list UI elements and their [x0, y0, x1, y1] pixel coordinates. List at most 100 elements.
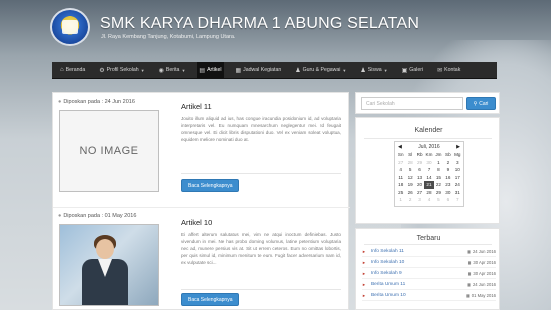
calendar-day[interactable]: 5 — [434, 196, 443, 204]
latest-item-date-text: 24 Jun 2016 — [472, 249, 496, 254]
calendar-day[interactable]: 30 — [443, 189, 452, 197]
calendar-day[interactable]: 5 — [405, 166, 414, 174]
search-button-label: Cari — [479, 100, 489, 107]
calendar-day[interactable]: 13 — [415, 174, 424, 182]
nav-label: Galeri — [409, 67, 424, 73]
post-separator — [53, 207, 350, 208]
globe-icon: ◉ — [158, 67, 164, 74]
nav-item-beranda[interactable]: ⌂ Beranda — [58, 62, 87, 79]
calendar-day[interactable]: 31 — [453, 189, 462, 197]
calendar-day[interactable]: 3 — [453, 159, 462, 167]
calendar-day[interactable]: 6 — [415, 166, 424, 174]
calendar-day[interactable]: 10 — [453, 166, 462, 174]
calendar-icon: ▦ — [467, 249, 471, 254]
latest-item-name[interactable]: Info Sekolah 9 — [371, 271, 437, 276]
calendar-day[interactable]: 27 — [415, 189, 424, 197]
nav-item-guru-pegawai[interactable]: ♟ Guru & Pegawai ▼ — [293, 62, 348, 79]
site-title[interactable]: SMK KARYA DHARMA 1 ABUNG SELATAN — [100, 15, 419, 33]
calendar-day[interactable]: 4 — [396, 166, 405, 174]
calendar-day[interactable]: 2 — [443, 159, 452, 167]
calendar-month-label: Juli, 2016 — [418, 143, 440, 150]
calendar-day[interactable]: 7 — [453, 196, 462, 204]
calendar-day[interactable]: 15 — [434, 174, 443, 182]
caret-down-icon: ▼ — [140, 67, 145, 73]
latest-item-name[interactable]: Berita Umum 11 — [371, 282, 437, 287]
calendar-day[interactable]: 7 — [424, 166, 433, 174]
nav-item-profil-sekolah[interactable]: ⚙ Profil Sekolah ▼ — [97, 62, 146, 79]
read-more-button[interactable]: Baca Selengkapnya — [181, 293, 240, 306]
nav-item-galeri[interactable]: ▣ Galeri — [400, 62, 426, 79]
next-month-icon[interactable]: ▶ — [456, 144, 460, 150]
search-input[interactable] — [361, 97, 463, 110]
latest-title: Terbaru — [416, 235, 441, 242]
caret-down-icon: ▼ — [342, 67, 347, 73]
document-icon: ▤ — [199, 67, 206, 74]
calendar-day[interactable]: 12 — [405, 174, 414, 182]
school-logo-icon[interactable] — [50, 8, 90, 46]
latest-item[interactable]: ► Berita Umum 11 ▦ 24 Jun 2016 — [362, 280, 496, 290]
latest-item[interactable]: ► Info Sekolah 9 ▦ 30 Apr 2016 — [362, 269, 496, 279]
latest-item-name[interactable]: Berita Umum 10 — [371, 293, 437, 298]
latest-item-date-text: 24 Jun 2016 — [472, 282, 496, 287]
calendar-day[interactable]: 2 — [405, 196, 414, 204]
post-thumbnail[interactable] — [59, 224, 159, 306]
latest-item-name[interactable]: Info Sekolah 11 — [371, 249, 437, 254]
latest-item-date: ▦ 24 Jun 2016 — [467, 282, 496, 287]
calendar-day[interactable]: 9 — [443, 166, 452, 174]
calendar-day[interactable]: 27 — [396, 159, 405, 167]
latest-item-name[interactable]: Info Sekolah 10 — [371, 260, 437, 265]
user-icon: ♟ — [295, 67, 301, 74]
calendar-day[interactable]: 1 — [434, 159, 443, 167]
calendar-day[interactable]: 17 — [453, 174, 462, 182]
calendar-day[interactable]: 25 — [396, 189, 405, 197]
calendar-day[interactable]: 19 — [405, 181, 414, 189]
calendar-day[interactable]: 6 — [443, 196, 452, 204]
calendar-day[interactable]: 18 — [396, 181, 405, 189]
calendar-day[interactable]: 14 — [424, 174, 433, 182]
nav-item-artikel[interactable]: ▤ Artikel — [197, 61, 224, 79]
latest-item-date-text: 01 May 2016 — [471, 293, 496, 298]
prev-month-icon[interactable]: ◀ — [398, 144, 402, 150]
image-icon: ▣ — [401, 67, 408, 74]
calendar-day[interactable]: 22 — [434, 181, 443, 189]
calendar-nav: ◀ Juli, 2016 ▶ — [395, 142, 463, 151]
calendar-day-header: Jm — [435, 152, 442, 157]
posts-panel: ● Diposkan pada : 24 Jun 2016 NO IMAGE Ar… — [52, 92, 350, 310]
latest-item[interactable]: ► Info Sekolah 11 ▦ 24 Jun 2016 — [362, 247, 496, 257]
calendar-day[interactable]: 23 — [443, 181, 452, 189]
read-more-button[interactable]: Baca Selengkapnya — [181, 179, 240, 192]
post-thumbnail[interactable]: NO IMAGE — [59, 110, 159, 192]
calendar-day[interactable]: 8 — [434, 166, 443, 174]
calendar-day[interactable]: 29 — [415, 159, 424, 167]
calendar-day[interactable]: 3 — [415, 196, 424, 204]
calendar-day[interactable]: 30 — [424, 159, 433, 167]
bullet-icon: ● — [58, 99, 62, 105]
latest-item[interactable]: ► Info Sekolah 10 ▦ 30 Apr 2016 — [362, 258, 496, 268]
post-date-text: Diposkan pada : 01 May 2016 — [63, 213, 137, 219]
calendar-day[interactable]: 4 — [424, 196, 433, 204]
post-divider — [181, 289, 341, 290]
search-button[interactable]: ⚲ Cari — [466, 97, 496, 110]
calendar-day[interactable]: 21 — [424, 181, 434, 189]
post-title[interactable]: Artikel 11 — [181, 102, 212, 111]
nav-item-kontak[interactable]: ✉ Kontak — [435, 62, 462, 79]
calendar-day[interactable]: 29 — [434, 189, 443, 197]
nav-item-berita[interactable]: ◉ Berita ▼ — [157, 62, 188, 79]
search-panel: ⚲ Cari — [355, 92, 500, 114]
calendar-day[interactable]: 1 — [396, 196, 405, 204]
post-date: ● Diposkan pada : 24 Jun 2016 — [58, 99, 135, 105]
calendar-day[interactable]: 16 — [443, 174, 452, 182]
calendar-day[interactable]: 28 — [405, 159, 414, 167]
calendar-day[interactable]: 11 — [396, 174, 405, 182]
latest-item[interactable]: ► Berita Umum 10 ▦ 01 May 2016 — [362, 291, 496, 301]
calendar-day[interactable]: 24 — [453, 181, 462, 189]
panel-divider — [364, 244, 492, 245]
nav-item-jadwal-kegiatan[interactable]: ▦ Jadwal Kegiatan — [234, 62, 284, 79]
calendar-day[interactable]: 20 — [415, 181, 424, 189]
nav-label: Siswa — [367, 67, 382, 73]
calendar-day[interactable]: 28 — [424, 189, 433, 197]
nav-item-siswa[interactable]: ♟ Siswa ▼ — [358, 62, 389, 79]
nav-label: Jadwal Kegiatan — [243, 67, 282, 73]
calendar-day[interactable]: 26 — [405, 189, 414, 197]
post-title[interactable]: Artikel 10 — [181, 218, 212, 227]
